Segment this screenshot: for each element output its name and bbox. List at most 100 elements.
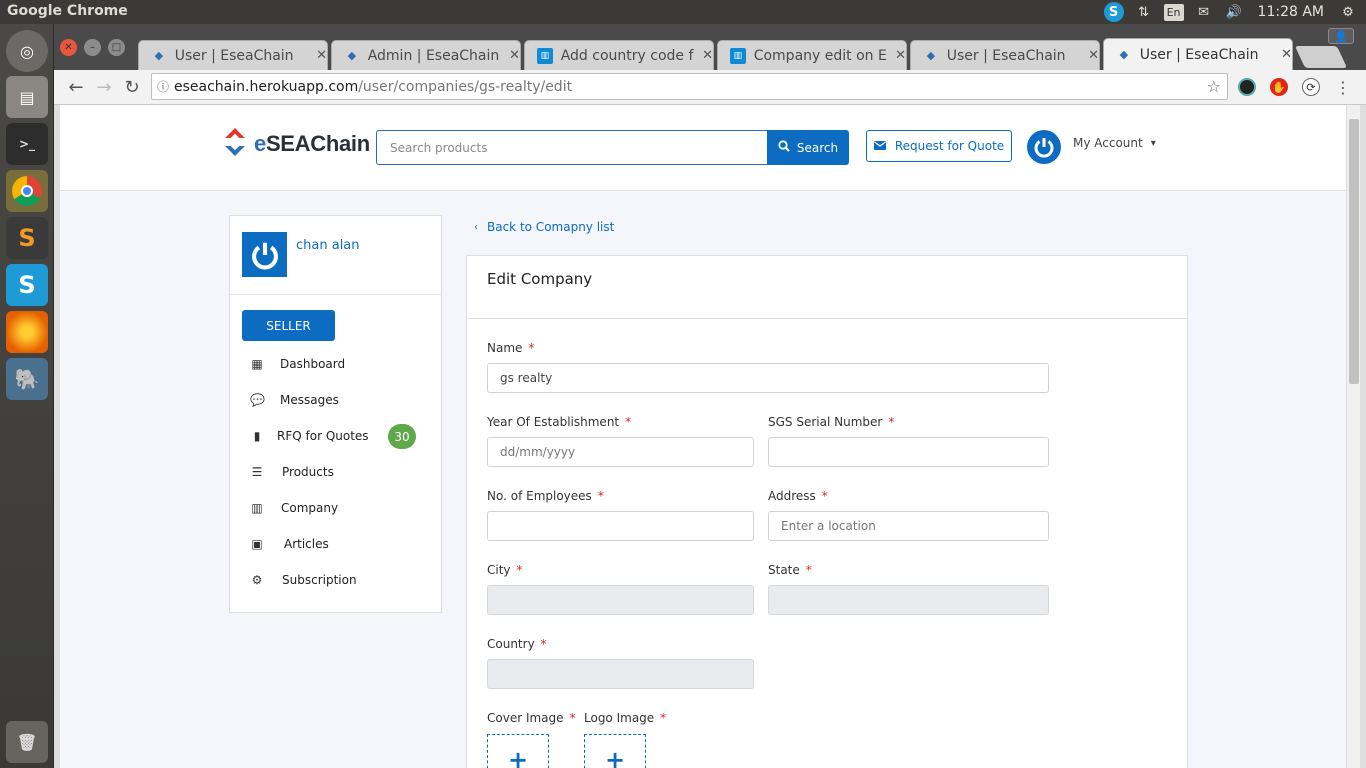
menu-dots-icon[interactable]: ⋮: [1334, 78, 1352, 97]
back-to-company-list-link[interactable]: ‹ Back to Comapny list: [474, 220, 614, 234]
plus-icon: +: [604, 746, 626, 768]
keyboard-layout[interactable]: En: [1163, 3, 1184, 21]
system-tray: S ⇅ En ✉ 🔊 11:28 AM ⚙: [1103, 0, 1366, 24]
firefox-icon[interactable]: [6, 311, 48, 353]
required-marker: *: [528, 341, 535, 355]
search-button[interactable]: Search: [767, 130, 849, 165]
my-account-label: My Account: [1073, 136, 1143, 150]
plus-icon: +: [507, 746, 529, 768]
edit-company-card: Edit Company Name * gs realty Year Of Est…: [466, 255, 1188, 768]
cover-image-upload[interactable]: +: [487, 734, 549, 768]
name-field[interactable]: gs realty: [487, 363, 1049, 393]
page-scrollbar[interactable]: [1346, 105, 1360, 768]
country-field: [487, 659, 754, 689]
sgs-serial-number-field[interactable]: [768, 437, 1049, 467]
extension-color-icon[interactable]: [1238, 78, 1256, 96]
volume-icon[interactable]: 🔊: [1224, 2, 1244, 22]
bookmark-star-icon[interactable]: ☆: [1207, 77, 1221, 96]
state-label: State *: [768, 563, 812, 577]
maximize-window-button[interactable]: □: [108, 39, 125, 56]
mail-icon[interactable]: ✉: [1194, 2, 1214, 22]
sidebar-item-products[interactable]: ☰ Products: [250, 462, 430, 482]
employees-field[interactable]: [487, 511, 754, 541]
clock[interactable]: 11:28 AM: [1254, 4, 1328, 20]
sidebar-item-subscription[interactable]: ⚙ Subscription: [250, 570, 430, 590]
search-input[interactable]: Search products: [376, 130, 768, 165]
tab-close-icon[interactable]: ✕: [1281, 47, 1292, 62]
tab-user-active[interactable]: ◆ User | EseaChain ✕: [1103, 38, 1293, 70]
sidebar-item-label: Dashboard: [280, 357, 346, 371]
gear-icon: ⚙: [251, 573, 263, 587]
sidebar-item-label: Subscription: [282, 573, 357, 587]
tab-label: Company edit on E: [753, 47, 887, 64]
sidebar-item-label: Messages: [280, 393, 339, 407]
year-of-establishment-field[interactable]: dd/mm/yyyy: [487, 437, 754, 467]
tab-admin[interactable]: ◆ Admin | EseaChain ✕: [331, 40, 521, 70]
tab-close-icon[interactable]: ✕: [316, 48, 327, 63]
tab-close-icon[interactable]: ✕: [1088, 48, 1099, 63]
new-tab-button[interactable]: [1294, 46, 1348, 68]
tab-close-icon[interactable]: ✕: [702, 48, 713, 63]
tab-trello-2[interactable]: ▥ Company edit on E ✕: [717, 40, 907, 70]
files-icon[interactable]: ▤: [6, 76, 48, 118]
chrome-icon[interactable]: [6, 170, 48, 212]
close-window-button[interactable]: ✕: [60, 39, 77, 56]
reload-icon[interactable]: ↻: [120, 75, 144, 99]
cover-image-label: Cover Image *: [487, 711, 576, 725]
sidebar-item-dashboard[interactable]: ▦ Dashboard: [250, 354, 430, 374]
tab-user-1[interactable]: ◆ User | EseaChain ✕: [138, 40, 328, 70]
settings-gear-icon[interactable]: ⚙: [1338, 2, 1358, 22]
sgs-label: SGS Serial Number *: [768, 415, 895, 429]
sidebar-item-company[interactable]: ▥ Company: [250, 498, 430, 518]
my-account-dropdown[interactable]: My Account ▾: [1073, 136, 1156, 150]
tab-label: Add country code f: [560, 47, 694, 64]
seller-button[interactable]: SELLER: [242, 310, 335, 341]
trash-icon[interactable]: 🗑: [6, 721, 48, 763]
esea-icon: ◆: [1119, 48, 1129, 61]
chevron-left-icon: ‹: [474, 221, 478, 233]
chevron-down-icon: ▾: [1150, 137, 1156, 149]
top-panel: Google Chrome S ⇅ En ✉ 🔊 11:28 AM ⚙: [0, 0, 1366, 24]
address-field[interactable]: Enter a location: [768, 511, 1049, 541]
tab-user-2[interactable]: ◆ User | EseaChain ✕: [910, 40, 1100, 70]
required-marker: *: [805, 563, 812, 577]
state-field: [768, 585, 1049, 615]
network-icon[interactable]: ⇅: [1134, 2, 1154, 22]
tab-close-icon[interactable]: ✕: [895, 48, 906, 63]
sidebar-item-articles[interactable]: ▣ Articles: [250, 534, 430, 554]
sidebar-item-label: RFQ for Quotes: [277, 429, 369, 443]
ubuntu-dash-icon[interactable]: ◎: [6, 30, 48, 72]
name-label: Name *: [487, 341, 535, 355]
sidebar-item-label: Products: [282, 465, 334, 479]
info-icon[interactable]: ⓘ: [152, 78, 174, 95]
tab-trello-1[interactable]: ▥ Add country code f ✕: [524, 40, 714, 70]
avatar[interactable]: [1027, 130, 1061, 164]
extension-sync-icon[interactable]: ⟳: [1302, 78, 1320, 96]
required-marker: *: [888, 415, 895, 429]
tab-close-icon[interactable]: ✕: [509, 48, 520, 63]
request-for-quote-button[interactable]: Request for Quote: [866, 130, 1012, 162]
terminal-icon[interactable]: >_: [6, 123, 48, 165]
address-bar[interactable]: ⓘ eseachain.herokuapp.com/user/companies…: [151, 73, 1228, 100]
profile-icon[interactable]: 👤: [1328, 28, 1354, 44]
skype-tray-icon[interactable]: S: [1103, 2, 1124, 22]
required-marker: *: [625, 415, 632, 429]
url-host: eseachain.herokuapp.com: [174, 78, 359, 95]
logo-image-upload[interactable]: +: [584, 734, 646, 768]
sidebar-item-messages[interactable]: 💬 Messages: [250, 390, 430, 410]
username[interactable]: chan alan: [296, 238, 360, 253]
back-arrow-icon[interactable]: ←: [64, 75, 88, 99]
forward-arrow-icon[interactable]: →: [92, 75, 116, 99]
scrollbar-thumb[interactable]: [1349, 119, 1359, 384]
skype-icon[interactable]: S: [6, 264, 48, 306]
minimize-window-button[interactable]: –: [84, 39, 101, 56]
required-marker: *: [540, 637, 547, 651]
comment-icon: 💬: [250, 393, 265, 407]
sublime-text-icon[interactable]: S: [6, 217, 48, 259]
eseachain-logo[interactable]: eSEAChain: [225, 128, 370, 157]
extension-adblock-icon[interactable]: ✋: [1270, 78, 1288, 96]
postgres-icon[interactable]: 🐘: [6, 358, 48, 400]
sidebar-item-label: Company: [281, 501, 339, 515]
city-field: [487, 585, 754, 615]
envelope-icon: [873, 139, 886, 153]
